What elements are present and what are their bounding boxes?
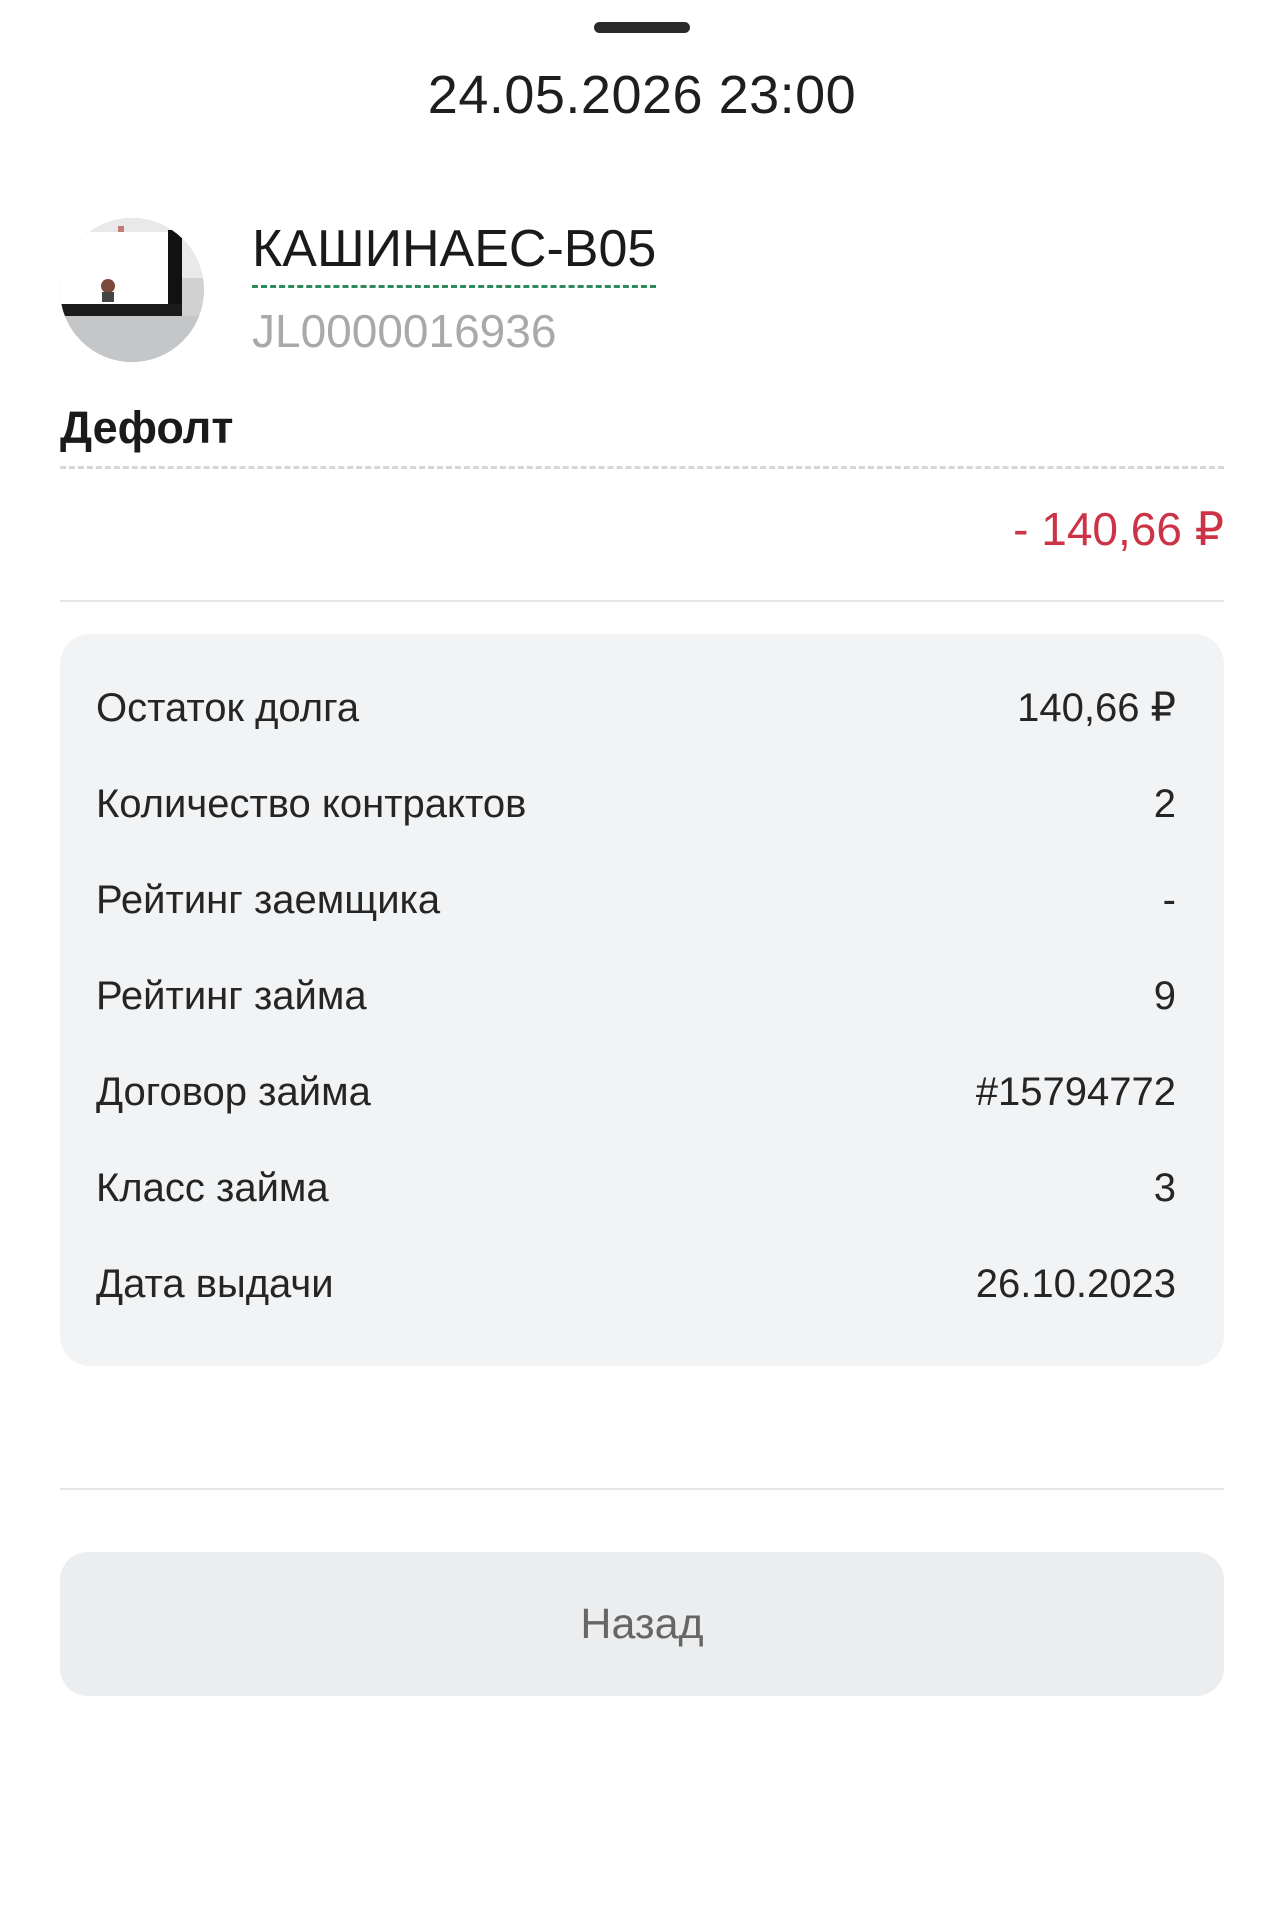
borrower-name-link[interactable]: КАШИНАЕС-В05: [252, 222, 657, 288]
dashed-divider: [60, 466, 1224, 469]
detail-label: Рейтинг займа: [96, 973, 367, 1018]
detail-label: Остаток долга: [96, 685, 360, 730]
back-button[interactable]: Назад: [60, 1552, 1224, 1696]
detail-value: 9: [1153, 973, 1176, 1018]
detail-label: Договор займа: [96, 1069, 371, 1114]
details-card: Остаток долга 140,66 ₽ Количество контра…: [60, 634, 1224, 1366]
detail-label: Рейтинг заемщика: [96, 877, 441, 922]
detail-value: #15794772: [975, 1069, 1176, 1114]
borrower-avatar: [60, 218, 204, 362]
detail-row-issue-date: Дата выдачи 26.10.2023: [96, 1254, 1176, 1314]
bottom-sheet: 24.05.2026 23:00 КАШИНАЕС-В05 JL00000169…: [0, 0, 1284, 1918]
detail-row-contracts-count: Количество контрактов 2: [96, 774, 1176, 834]
detail-value: -: [1162, 877, 1176, 922]
borrower-id: JL0000016936: [252, 305, 557, 357]
detail-value: 2: [1153, 781, 1176, 826]
sheet-grabber-handle[interactable]: [594, 22, 690, 33]
avatar-photo-icon: [60, 218, 204, 362]
detail-label: Класс займа: [96, 1165, 329, 1210]
transaction-amount: - 140,66 ₽: [1013, 503, 1224, 555]
detail-row-debt-balance: Остаток долга 140,66 ₽: [96, 678, 1176, 738]
detail-row-borrower-rating: Рейтинг заемщика -: [96, 870, 1176, 930]
detail-value: 140,66 ₽: [1017, 686, 1176, 730]
status-label: Дефолт: [60, 402, 234, 453]
detail-row-loan-class: Класс займа 3: [96, 1158, 1176, 1218]
detail-value: 3: [1153, 1165, 1176, 1210]
detail-value: 26.10.2023: [975, 1261, 1176, 1306]
detail-label: Дата выдачи: [96, 1261, 334, 1306]
detail-label: Количество контрактов: [96, 781, 527, 826]
detail-row-loan-contract: Договор займа #15794772: [96, 1062, 1176, 1122]
detail-row-loan-rating: Рейтинг займа 9: [96, 966, 1176, 1026]
footer-divider: [60, 1488, 1224, 1490]
sheet-title: 24.05.2026 23:00: [427, 65, 857, 125]
section-divider: [60, 600, 1224, 602]
